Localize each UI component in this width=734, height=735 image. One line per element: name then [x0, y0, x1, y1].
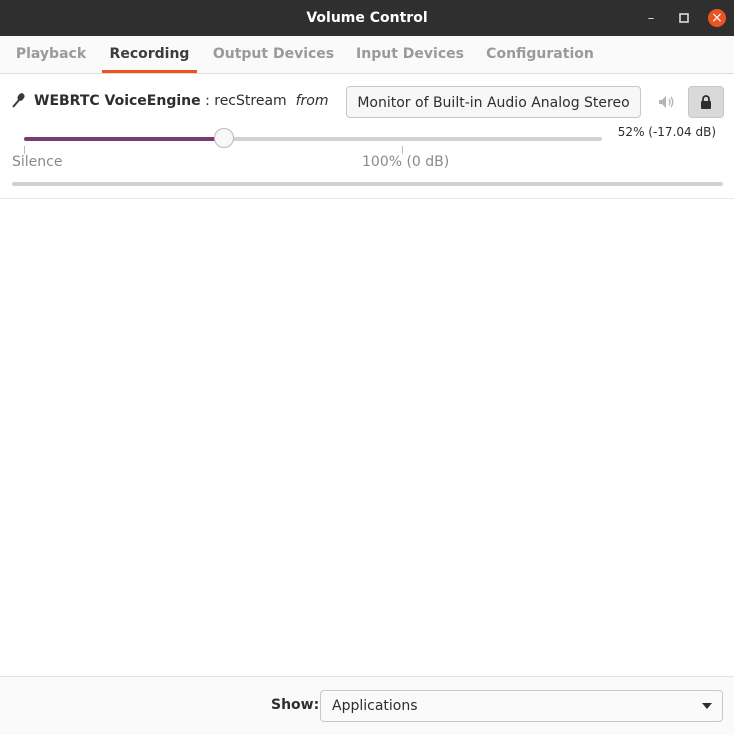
- lock-icon: [701, 95, 711, 109]
- title-bar: Volume Control – ×: [0, 0, 734, 36]
- speaker-muted-icon[interactable]: [657, 94, 677, 110]
- microphone-icon: [11, 92, 27, 108]
- show-filter-dropdown[interactable]: Applications: [320, 690, 723, 722]
- recording-stream-row: WEBRTC VoiceEngine : recStream from Moni…: [0, 74, 734, 199]
- peak-level-meter: [12, 182, 723, 186]
- slider-tick-100: [402, 146, 403, 154]
- tab-configuration[interactable]: Configuration: [479, 36, 601, 73]
- chevron-down-icon: [702, 703, 712, 709]
- tab-input-devices[interactable]: Input Devices: [349, 36, 471, 73]
- show-label: Show:: [271, 697, 320, 713]
- tab-recording[interactable]: Recording: [102, 36, 197, 73]
- slider-tick-silence: [24, 146, 25, 154]
- stream-name: recStream: [214, 93, 287, 109]
- footer-bar: Show: Applications: [0, 676, 734, 735]
- name-separator: :: [200, 93, 215, 109]
- slider-label-silence: Silence: [12, 154, 63, 170]
- volume-slider[interactable]: [24, 128, 602, 148]
- slider-label-100: 100% (0 dB): [362, 154, 450, 170]
- stream-title: WEBRTC VoiceEngine : recStream from: [34, 93, 328, 109]
- minimize-icon[interactable]: –: [642, 9, 660, 27]
- maximize-icon[interactable]: [675, 9, 693, 27]
- close-icon[interactable]: ×: [708, 9, 726, 27]
- tab-output-devices[interactable]: Output Devices: [205, 36, 342, 73]
- volume-slider-handle[interactable]: [214, 128, 234, 148]
- source-device-button[interactable]: Monitor of Built-in Audio Analog Stereo: [346, 86, 641, 118]
- tab-playback[interactable]: Playback: [6, 36, 96, 73]
- show-filter-value: Applications: [332, 698, 418, 714]
- window-title: Volume Control: [306, 10, 428, 26]
- lock-channels-button[interactable]: [688, 86, 724, 118]
- volume-readout: 52% (-17.04 dB): [617, 125, 716, 139]
- from-label: from: [295, 93, 329, 109]
- app-name: WEBRTC VoiceEngine: [34, 93, 201, 109]
- volume-slider-fill: [24, 137, 224, 141]
- tab-bar: Playback Recording Output Devices Input …: [0, 36, 734, 74]
